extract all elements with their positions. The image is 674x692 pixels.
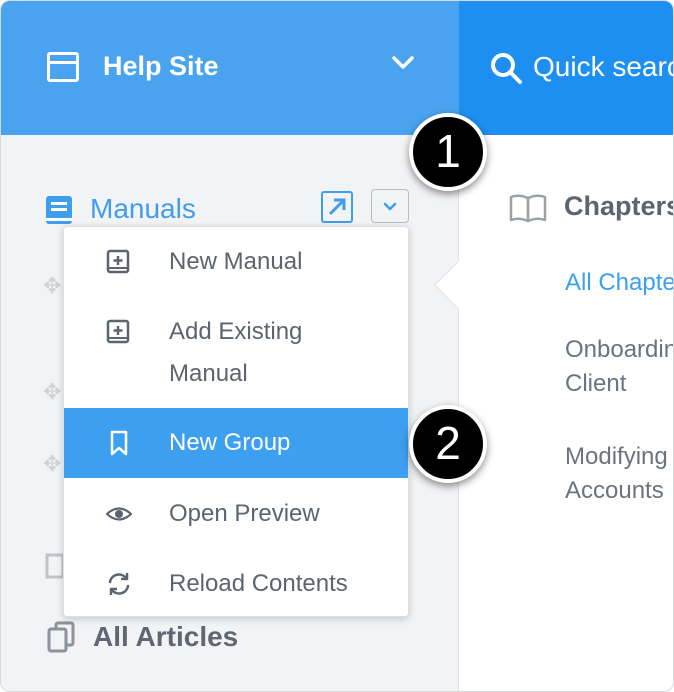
chapters-title: Chapters <box>564 191 674 221</box>
menu-item-label: Open Preview <box>169 500 320 527</box>
add-book-icon <box>106 249 130 274</box>
list-item-line: Modifying <box>565 443 668 470</box>
menu-item-label: New Group <box>169 429 291 456</box>
callout-1: 1 <box>409 113 487 191</box>
list-item-line: Accounts <box>565 477 664 504</box>
open-book-icon <box>509 194 547 223</box>
search-bar[interactable]: Quick search <box>459 1 673 135</box>
articles-copy-icon <box>47 621 75 653</box>
search-icon <box>491 53 522 84</box>
menu-item-label: Reload Contents <box>169 570 348 597</box>
bookmark-icon <box>110 430 128 456</box>
callout-2: 2 <box>409 405 487 483</box>
browser-window-icon <box>47 52 79 82</box>
app-window: Help Site Manuals ✥ ✥ ✥ All Articles Qui… <box>0 0 674 692</box>
all-chapters-link[interactable]: All Chapters <box>565 269 673 297</box>
eye-icon <box>106 507 132 521</box>
menu-item-label: Manual <box>169 360 248 387</box>
chevron-down-icon[interactable] <box>389 49 417 77</box>
open-external-button[interactable] <box>321 191 353 223</box>
menu-item-new-group[interactable]: New Group <box>64 408 408 478</box>
list-item-line: Onboarding <box>565 336 673 363</box>
list-item-line: Client <box>565 370 627 397</box>
add-book-icon <box>106 319 130 344</box>
move-handle-icon: ✥ <box>43 273 62 298</box>
sidebar-item-all-articles[interactable]: All Articles <box>93 621 238 653</box>
reload-icon <box>108 573 130 595</box>
menu-item-reload-contents[interactable]: Reload Contents <box>64 563 408 605</box>
chevron-down-icon <box>383 202 397 211</box>
list-item[interactable]: Modifying Accounts <box>565 440 668 508</box>
menu-item-label: Add Existing <box>169 318 303 345</box>
menu-item-label: New Manual <box>169 248 303 275</box>
open-external-icon <box>328 198 346 216</box>
main-content: Quick search Chapters All Chapters Onboa… <box>459 1 674 691</box>
list-item[interactable]: Onboarding Client <box>565 333 673 401</box>
sidebar-item-manuals[interactable]: Manuals <box>90 193 196 225</box>
move-handle-icon: ✥ <box>43 379 62 404</box>
menu-item-open-preview[interactable]: Open Preview <box>64 493 408 535</box>
search-input[interactable]: Quick search <box>533 51 673 83</box>
manual-book-icon <box>46 196 72 224</box>
manuals-dropdown-button[interactable] <box>371 189 409 223</box>
site-title: Help Site <box>103 51 219 81</box>
move-handle-icon: ✥ <box>43 451 62 476</box>
menu-item-new-manual[interactable]: New Manual <box>64 241 408 283</box>
manuals-dropdown-menu: New Manual Add Existing Manual New Group <box>63 226 409 617</box>
menu-item-add-existing-manual[interactable]: Add Existing Manual <box>64 311 408 395</box>
site-switcher[interactable]: Help Site <box>1 1 459 135</box>
